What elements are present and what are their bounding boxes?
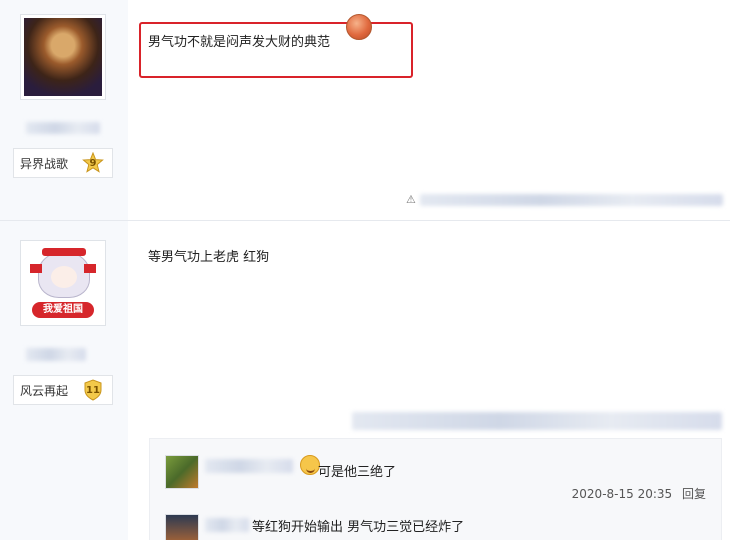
post-footer-blurred <box>352 412 722 430</box>
level-shield-icon: 11 <box>82 379 104 401</box>
post-divider <box>0 220 730 221</box>
smile-emoji-icon <box>300 455 320 475</box>
author-avatar[interactable] <box>20 14 106 100</box>
reply-avatar[interactable] <box>165 514 199 540</box>
basketball-emoji-icon <box>346 14 372 40</box>
reply-avatar[interactable] <box>165 455 199 489</box>
badge-name: 风云再起 <box>20 383 69 398</box>
reply-username-blurred[interactable] <box>205 518 249 532</box>
post-content: 男气功不就是闷声发大财的典范 <box>148 35 331 50</box>
post-footer-blurred <box>420 194 723 206</box>
reply-button[interactable]: 回复 <box>682 487 706 501</box>
level-star-icon: 9 <box>82 152 104 174</box>
member-badge[interactable]: 风云再起 11 <box>13 375 113 405</box>
reply-meta: 2020-8-15 20:35 回复 <box>572 485 706 502</box>
report-warning-icon[interactable]: ⚠ <box>406 193 416 206</box>
reply-timestamp: 2020-8-15 20:35 <box>571 487 673 501</box>
reply-content: 可是他三绝了 <box>318 465 397 480</box>
level-number: 11 <box>86 384 100 396</box>
author-username-blurred[interactable] <box>26 122 100 134</box>
member-badge[interactable]: 异界战歌 9 <box>13 148 113 178</box>
badge-name: 异界战歌 <box>20 156 69 171</box>
author-username-blurred[interactable] <box>26 348 86 361</box>
avatar-banner-text: 我爱祖国 <box>32 302 94 318</box>
reply-content: 等红狗开始输出 男气功三觉已经炸了 <box>252 520 465 535</box>
author-avatar[interactable]: 我爱祖国 <box>20 240 106 326</box>
post-content: 等男气功上老虎 红狗 <box>148 250 270 265</box>
avatar-image <box>24 18 102 96</box>
level-number: 9 <box>89 157 97 169</box>
reply-username-blurred[interactable] <box>205 459 293 473</box>
avatar-image: 我爱祖国 <box>24 244 102 322</box>
reply-list: 可是他三绝了 2020-8-15 20:35 回复 等红狗开始输出 男气功三觉已… <box>149 438 722 540</box>
